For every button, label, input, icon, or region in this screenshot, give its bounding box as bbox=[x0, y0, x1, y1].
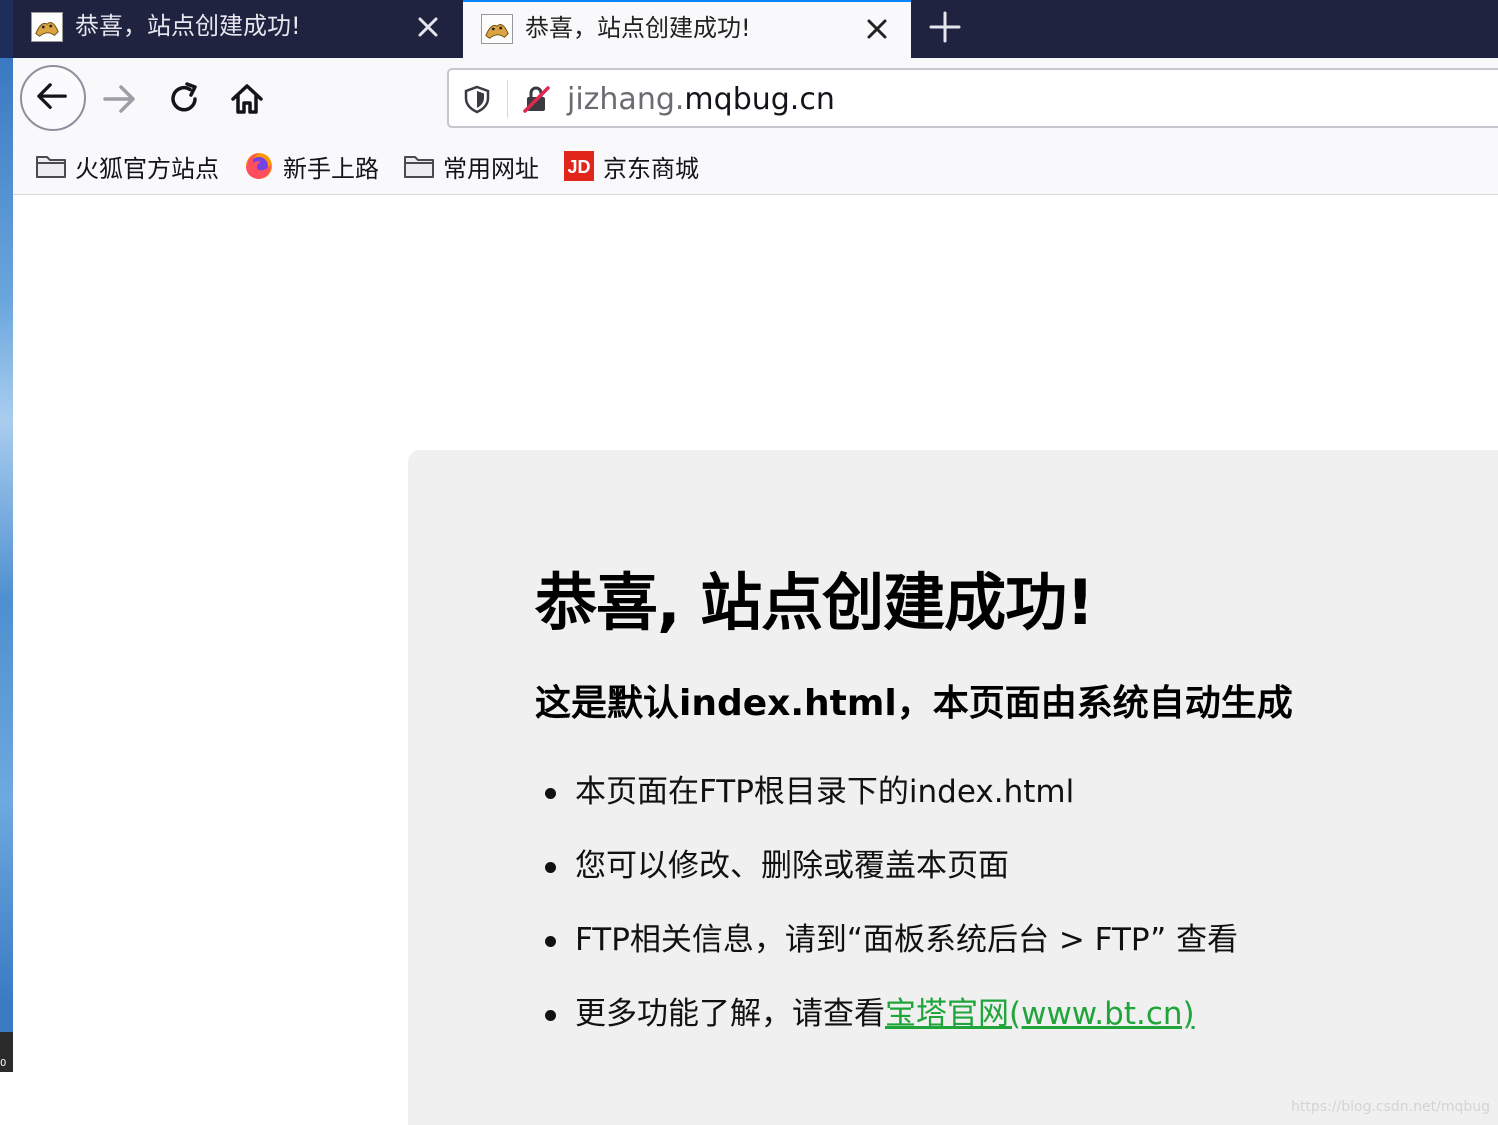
url-subdomain: jizhang. bbox=[567, 82, 685, 117]
taskbar-corner: 0 bbox=[0, 1032, 13, 1072]
bookmark-label: 新手上路 bbox=[283, 154, 379, 183]
tracking-protection-shield-icon[interactable] bbox=[463, 84, 491, 114]
close-tab-icon[interactable] bbox=[414, 13, 442, 41]
url-domain: mqbug.cn bbox=[684, 82, 835, 117]
bookmark-label: 常用网址 bbox=[443, 154, 539, 183]
browser-window: 0 恭喜，站点创建成功! 恭喜，站点创建成功! jizhang.mqbug.cn… bbox=[0, 0, 1498, 1125]
new-tab-plus-icon[interactable] bbox=[928, 10, 962, 44]
bookmark-label: 火狐官方站点 bbox=[75, 154, 219, 183]
info-list-item: FTP相关信息，请到“面板系统后台 > FTP” 查看 bbox=[535, 920, 1238, 994]
bt-official-site-link[interactable]: 宝塔官网(www.bt.cn) bbox=[885, 996, 1195, 1032]
page-content: 恭喜, 站点创建成功! 这是默认index.html，本页面由系统自动生成 本页… bbox=[13, 196, 1498, 1125]
tab-strip: 恭喜，站点创建成功! 恭喜，站点创建成功! bbox=[13, 0, 1498, 58]
reload-icon[interactable] bbox=[165, 80, 203, 118]
bookmark-label: 京东商城 bbox=[603, 154, 699, 183]
jd-icon-text: JD bbox=[567, 157, 590, 177]
address-bar[interactable]: jizhang.mqbug.cn bbox=[447, 68, 1498, 128]
tomcat-favicon-icon bbox=[481, 14, 513, 44]
info-list-item: 本页面在FTP根目录下的index.html bbox=[535, 772, 1238, 846]
folder-icon bbox=[36, 156, 66, 178]
info-list-item-text: 更多功能了解，请查看 bbox=[575, 996, 885, 1032]
insecure-lock-icon[interactable] bbox=[521, 84, 551, 114]
bookmark-folder-common-sites[interactable]: 常用网址 bbox=[403, 150, 539, 183]
home-icon[interactable] bbox=[228, 80, 266, 118]
page-subheading: 这是默认index.html，本页面由系统自动生成 bbox=[535, 683, 1293, 724]
navigation-toolbar: jizhang.mqbug.cn bbox=[13, 58, 1498, 138]
url-text[interactable]: jizhang.mqbug.cn bbox=[567, 80, 835, 120]
back-arrow-icon bbox=[37, 83, 67, 110]
watermark-text: https://blog.csdn.net/mqbug bbox=[1291, 1099, 1490, 1115]
bookmark-getting-started[interactable]: 新手上路 bbox=[243, 150, 379, 183]
address-bar-separator bbox=[507, 80, 508, 118]
forward-arrow-icon[interactable] bbox=[101, 80, 139, 118]
jd-icon: JD bbox=[564, 151, 594, 181]
tab-title: 恭喜，站点创建成功! bbox=[75, 12, 301, 40]
folder-icon bbox=[404, 156, 434, 178]
back-button[interactable] bbox=[20, 65, 86, 131]
close-tab-icon[interactable] bbox=[863, 15, 891, 43]
taskbar-corner-text: 0 bbox=[0, 1058, 7, 1069]
bookmark-jd-mall[interactable]: JD 京东商城 bbox=[563, 150, 699, 183]
tab-1[interactable]: 恭喜，站点创建成功! bbox=[13, 0, 462, 58]
info-list-item: 更多功能了解，请查看宝塔官网(www.bt.cn) bbox=[535, 994, 1238, 1068]
tab-2-active[interactable]: 恭喜，站点创建成功! bbox=[463, 0, 911, 58]
bookmark-folder-firefox-official[interactable]: 火狐官方站点 bbox=[35, 150, 219, 183]
firefox-icon bbox=[246, 153, 272, 179]
info-list: 本页面在FTP根目录下的index.html 您可以修改、删除或覆盖本页面 FT… bbox=[535, 772, 1238, 1068]
welcome-card: 恭喜, 站点创建成功! 这是默认index.html，本页面由系统自动生成 本页… bbox=[408, 450, 1498, 1125]
desktop-background-strip bbox=[0, 0, 13, 1072]
tab-title: 恭喜，站点创建成功! bbox=[525, 14, 751, 42]
info-list-item: 您可以修改、删除或覆盖本页面 bbox=[535, 846, 1238, 920]
page-heading: 恭喜, 站点创建成功! bbox=[535, 566, 1094, 639]
bookmarks-toolbar: 火狐官方站点 新手上路 常用网址 JD 京东商城 bbox=[13, 138, 1498, 195]
tomcat-favicon-icon bbox=[31, 12, 63, 42]
